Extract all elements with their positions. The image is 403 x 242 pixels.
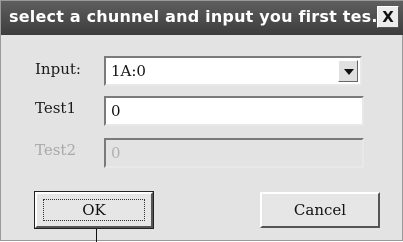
input-label: Input:: [35, 60, 81, 78]
test2-label: Test2: [35, 141, 76, 159]
pointer-line: [96, 229, 97, 242]
input-select[interactable]: 1A:0: [104, 56, 362, 86]
close-button[interactable]: X: [377, 6, 399, 28]
test1-field[interactable]: 0: [104, 96, 364, 126]
chevron-down-icon[interactable]: [338, 60, 358, 82]
test1-label: Test1: [35, 99, 76, 117]
title-bar: select a chunnel and input you first tes…: [1, 1, 403, 35]
test2-field: 0: [104, 138, 364, 168]
focus-rectangle: [43, 199, 145, 221]
close-icon: X: [382, 8, 394, 26]
cancel-button[interactable]: Cancel: [260, 192, 380, 228]
test1-value: 0: [111, 102, 121, 120]
dialog-window: select a chunnel and input you first tes…: [0, 0, 403, 242]
test2-value: 0: [111, 144, 121, 162]
ok-button[interactable]: OK: [34, 191, 154, 229]
cancel-button-label: Cancel: [293, 201, 347, 219]
dialog-title: select a chunnel and input you first tes…: [9, 7, 391, 26]
input-select-value: 1A:0: [111, 62, 146, 80]
